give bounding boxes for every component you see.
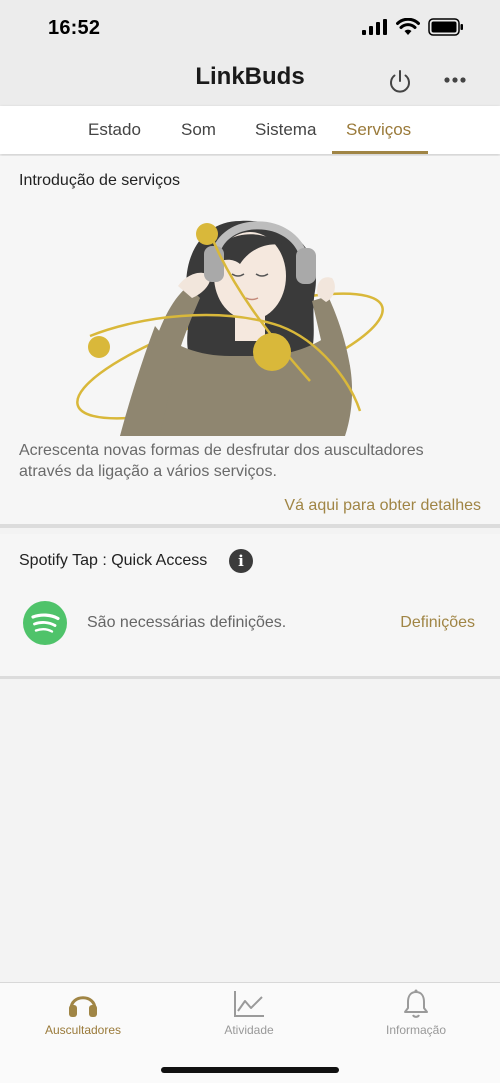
tab-sistema[interactable]: Sistema bbox=[255, 106, 316, 154]
nav-auscultadores[interactable]: Auscultadores bbox=[23, 989, 143, 1037]
nav-atividade[interactable]: Atividade bbox=[189, 989, 309, 1037]
woman-headphones-illustration bbox=[76, 220, 384, 436]
tab-bar: Estado Som Sistema Serviços bbox=[0, 106, 500, 154]
tab-som[interactable]: Som bbox=[181, 106, 216, 154]
tab-estado[interactable]: Estado bbox=[88, 106, 141, 154]
home-indicator[interactable] bbox=[161, 1067, 339, 1073]
bell-icon bbox=[404, 989, 428, 1018]
nav-label: Auscultadores bbox=[44, 1023, 122, 1037]
app-title: LinkBuds bbox=[195, 63, 305, 90]
status-icons bbox=[362, 18, 464, 36]
nav-informacao[interactable]: Informação bbox=[356, 989, 476, 1037]
nav-label: Informação bbox=[385, 1023, 447, 1037]
section-divider bbox=[0, 524, 500, 528]
active-tab-indicator bbox=[332, 151, 428, 154]
info-icon[interactable]: i bbox=[229, 549, 253, 573]
headphones-icon bbox=[69, 996, 97, 1017]
intro-description: Acrescenta novas formas de desfrutar dos… bbox=[19, 442, 424, 480]
spotify-status: São necessárias definições. bbox=[87, 614, 287, 631]
wifi-icon bbox=[396, 18, 420, 35]
settings-link[interactable]: Definições bbox=[400, 614, 475, 632]
spotify-tap-section: Spotify Tap : Quick Access i São necessá… bbox=[0, 534, 500, 676]
spotify-title: Spotify Tap : Quick Access bbox=[19, 552, 208, 569]
services-intro-section: Introdução de serviços Acrescenta novas … bbox=[0, 156, 500, 524]
tab-servicos[interactable]: Serviços bbox=[346, 106, 411, 154]
nav-label: Atividade bbox=[224, 1023, 274, 1037]
section-divider bbox=[0, 676, 500, 679]
activity-chart-icon bbox=[234, 991, 264, 1017]
status-time: 16:52 bbox=[48, 17, 101, 39]
intro-title: Introdução de serviços bbox=[19, 172, 180, 189]
battery-icon bbox=[428, 18, 463, 36]
power-icon[interactable] bbox=[386, 67, 414, 95]
top-bar: 16:52 LinkBuds bbox=[0, 0, 500, 106]
spotify-icon bbox=[23, 601, 67, 645]
signal-icon bbox=[362, 19, 387, 35]
more-options-icon[interactable] bbox=[440, 70, 470, 90]
details-link[interactable]: Vá aqui para obter detalhes bbox=[284, 497, 481, 515]
